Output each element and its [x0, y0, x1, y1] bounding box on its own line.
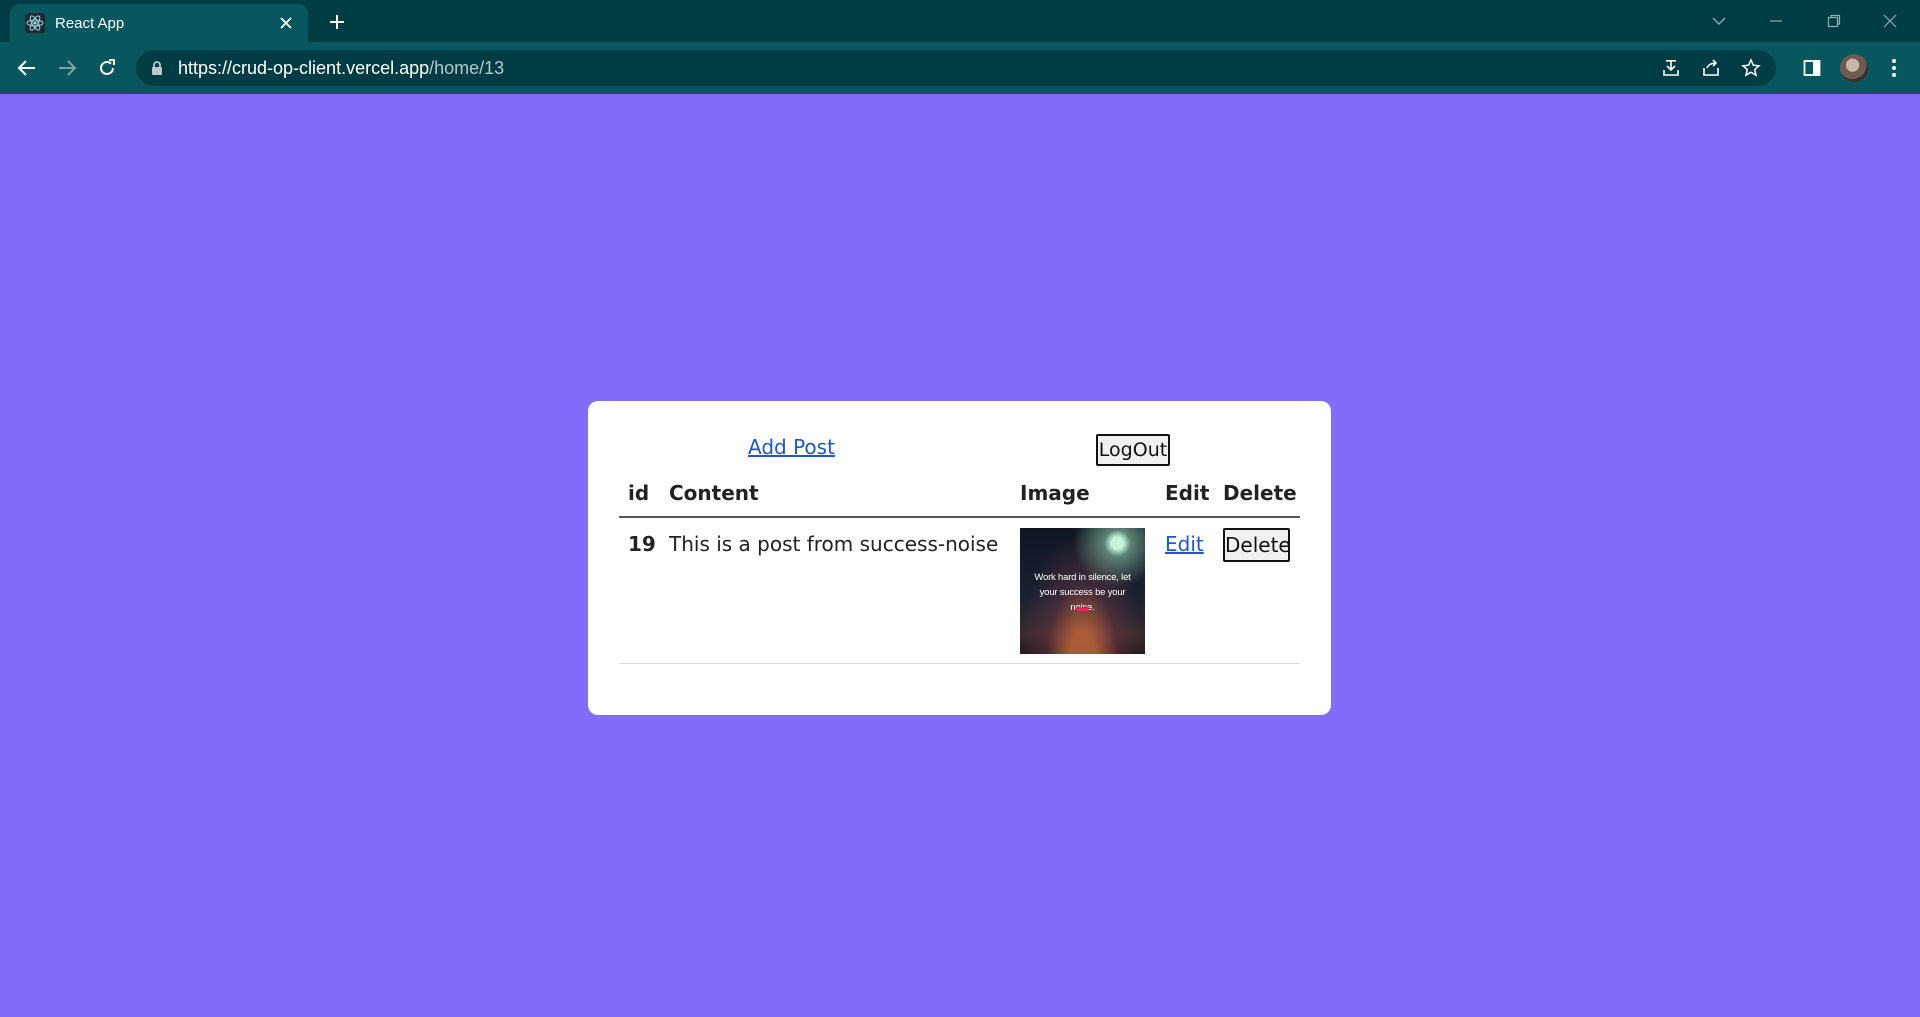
- browser-tab-active[interactable]: React App: [10, 4, 308, 42]
- address-bar[interactable]: https://crud-op-client.vercel.app/home/1…: [136, 50, 1776, 86]
- edit-link[interactable]: Edit: [1165, 532, 1204, 556]
- tab-title: React App: [55, 14, 125, 32]
- browser-tab-strip: React App: [0, 0, 1920, 42]
- react-logo-icon: [25, 13, 45, 33]
- minimize-icon[interactable]: [1763, 8, 1789, 34]
- delete-button[interactable]: Delete: [1223, 528, 1291, 562]
- logout-button[interactable]: LogOut: [1096, 434, 1170, 466]
- side-panel-icon[interactable]: [1798, 54, 1826, 82]
- more-menu-icon[interactable]: [1880, 54, 1908, 82]
- table-row-divider: [619, 663, 1300, 664]
- add-post-link[interactable]: Add Post: [748, 435, 835, 459]
- table-header-divider: [619, 516, 1300, 518]
- tab-close-icon[interactable]: [276, 13, 296, 33]
- bookmark-star-icon[interactable]: [1738, 56, 1764, 80]
- profile-avatar[interactable]: [1840, 54, 1868, 82]
- post-content: This is a post from success-noise: [669, 532, 999, 556]
- post-image-accent: [1076, 607, 1089, 611]
- restore-icon[interactable]: [1821, 8, 1847, 34]
- column-header-edit: Edit: [1165, 481, 1210, 505]
- tab-search-chevron-icon[interactable]: [1706, 8, 1732, 34]
- posts-card: Add Post LogOut id Content Image Edit De…: [588, 401, 1331, 715]
- column-header-image: Image: [1020, 481, 1090, 505]
- share-icon[interactable]: [1698, 56, 1724, 80]
- post-image: Work hard in silence, let your success b…: [1020, 528, 1145, 654]
- column-header-id: id: [628, 481, 650, 505]
- post-id: 19: [628, 532, 656, 556]
- reload-icon[interactable]: [93, 54, 121, 82]
- new-tab-plus-icon[interactable]: [325, 10, 349, 34]
- url-host: https://crud-op-client.vercel.app: [178, 57, 430, 78]
- forward-arrow-icon[interactable]: [53, 54, 81, 82]
- close-window-icon[interactable]: [1877, 8, 1903, 34]
- lock-icon: [150, 60, 166, 76]
- column-header-content: Content: [669, 481, 759, 505]
- install-app-icon[interactable]: [1658, 56, 1684, 80]
- browser-toolbar: https://crud-op-client.vercel.app/home/1…: [0, 42, 1920, 94]
- column-header-delete: Delete: [1223, 481, 1297, 505]
- back-arrow-icon[interactable]: [13, 54, 41, 82]
- url-path: /home/13: [429, 57, 505, 78]
